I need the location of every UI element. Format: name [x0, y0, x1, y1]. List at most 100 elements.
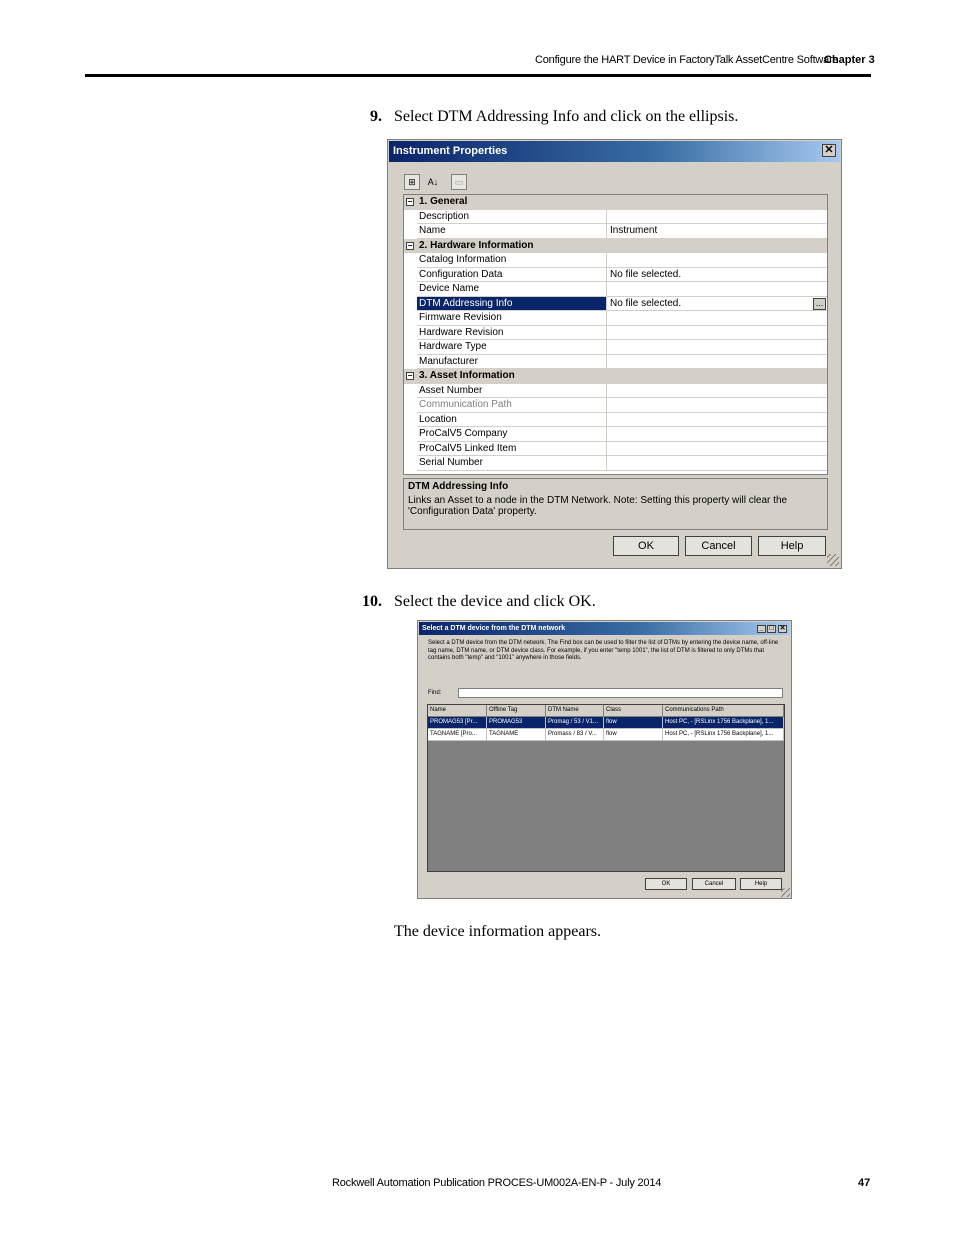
dialog-title: Select a DTM device from the DTM network [422, 625, 566, 632]
property-row[interactable]: Manufacturer [404, 354, 827, 369]
ok-button[interactable]: OK [613, 536, 679, 556]
property-value[interactable] [607, 384, 827, 398]
property-row[interactable]: Hardware Type [404, 340, 827, 355]
select-dtm-device-dialog: Select a DTM device from the DTM network… [417, 620, 792, 899]
property-value[interactable] [607, 398, 827, 413]
step-9-text: Select DTM Addressing Info and click on … [394, 108, 739, 125]
property-name: Manufacturer [417, 354, 607, 369]
category-label: 2. Hardware Information [419, 239, 534, 251]
list-cell: Promag / 53 / V1... [546, 717, 604, 729]
property-value[interactable]: No file selected. [607, 297, 827, 311]
dialog-title: Instrument Properties [393, 145, 508, 157]
property-row[interactable]: Device Name [404, 282, 827, 297]
column-header[interactable]: Class [604, 705, 663, 717]
list-header: Name Offline Tag DTM Name Class Communicatio… [428, 705, 784, 717]
property-row[interactable]: DTM Addressing Info No file selected.... [404, 296, 827, 311]
property-name: Hardware Revision [417, 325, 607, 340]
find-label: Find: [428, 690, 442, 696]
property-value[interactable]: Instrument [607, 224, 827, 239]
category-label: 3. Asset Information [419, 370, 515, 381]
property-name: Configuration Data [417, 267, 607, 282]
cancel-button[interactable]: Cancel [685, 536, 752, 556]
dialog-title-bar: Select a DTM device from the DTM network… [419, 622, 790, 635]
property-value[interactable] [607, 311, 827, 326]
list-cell: flow [604, 717, 663, 729]
property-category[interactable]: −3. Asset Information [404, 369, 827, 384]
property-value[interactable] [607, 355, 827, 369]
header-rule [85, 74, 871, 77]
dialog-title-bar: Instrument Properties ✕ [389, 141, 840, 162]
property-row[interactable]: ProCalV5 Linked Item [404, 441, 827, 456]
property-name: DTM Addressing Info [417, 296, 607, 311]
property-category[interactable]: −1. General [404, 195, 827, 210]
property-name: Name [417, 224, 607, 239]
list-cell: Host PC, - [RSLinx 1756 Backplane], 1... [663, 729, 784, 741]
property-value[interactable] [607, 340, 827, 355]
property-row[interactable]: Serial Number [404, 456, 827, 471]
list-item[interactable]: PROMAG53 [Pr... PROMAG53 Promag / 53 / V1.… [428, 717, 784, 729]
running-header-chapter: Chapter 3 [824, 54, 875, 66]
list-cell: Host PC, - [RSLinx 1756 Backplane], 1... [663, 717, 784, 729]
property-value[interactable] [607, 210, 827, 224]
property-row[interactable]: Name Instrument [404, 224, 827, 239]
close-icon[interactable]: ✕ [822, 144, 836, 157]
collapse-icon[interactable]: − [406, 198, 414, 206]
property-row[interactable]: ProCalV5 Company [404, 427, 827, 442]
running-header-title: Configure the HART Device in FactoryTalk… [535, 54, 839, 66]
minimize-icon[interactable]: _ [757, 625, 766, 633]
list-cell: flow [604, 729, 663, 741]
property-value[interactable] [607, 282, 827, 297]
find-input[interactable] [458, 688, 783, 698]
property-row[interactable]: Description [404, 209, 827, 224]
property-row[interactable]: Asset Number [404, 383, 827, 398]
property-pages-icon[interactable]: ▭ [451, 174, 467, 190]
property-name: ProCalV5 Company [417, 427, 607, 442]
maximize-icon[interactable]: □ [767, 625, 776, 633]
collapse-icon[interactable]: − [406, 372, 414, 380]
help-button[interactable]: Help [740, 878, 782, 890]
property-row[interactable]: Location [404, 412, 827, 427]
property-value[interactable] [607, 253, 827, 268]
property-value[interactable]: No file selected. [607, 268, 827, 282]
property-value[interactable] [607, 427, 827, 442]
property-row[interactable]: Communication Path [404, 398, 827, 413]
list-item[interactable]: TAGNAME [Pro... TAGNAME Promass / 83 / V..… [428, 729, 784, 741]
property-category[interactable]: −2. Hardware Information [404, 238, 827, 253]
collapse-icon[interactable]: − [406, 241, 414, 250]
property-row[interactable]: Configuration Data No file selected. [404, 267, 827, 282]
step-10-text: Select the device and click OK. [394, 593, 596, 610]
step-9-number: 9. [370, 108, 382, 125]
description-title: DTM Addressing Info [408, 481, 509, 492]
property-value[interactable] [607, 413, 827, 427]
property-name: Asset Number [417, 383, 607, 398]
column-header[interactable]: DTM Name [546, 705, 604, 717]
list-cell: PROMAG53 [Pr... [428, 717, 487, 729]
categorized-view-icon[interactable]: ⊞ [404, 174, 420, 190]
property-grid: −1. General Description Name Instrument −2. … [403, 194, 828, 475]
close-icon[interactable]: ✕ [778, 625, 787, 633]
property-name: Catalog Information [417, 253, 607, 268]
ellipsis-button[interactable]: ... [813, 297, 826, 310]
property-value[interactable] [607, 456, 827, 471]
property-name: Serial Number [417, 456, 607, 471]
cancel-button[interactable]: Cancel [692, 878, 736, 890]
step-10-number: 10. [362, 593, 382, 610]
property-name: Location [417, 412, 607, 427]
property-value[interactable] [607, 442, 827, 456]
property-value[interactable] [607, 326, 827, 340]
resize-grip-icon[interactable] [827, 554, 839, 566]
property-name: ProCalV5 Linked Item [417, 441, 607, 456]
column-header[interactable]: Communications Path [663, 705, 784, 717]
property-row[interactable]: Hardware Revision [404, 325, 827, 340]
property-row[interactable]: Firmware Revision [404, 311, 827, 326]
property-name: Description [417, 209, 607, 224]
help-button[interactable]: Help [758, 536, 826, 556]
alphabetical-sort-icon[interactable]: A↓ [425, 174, 441, 190]
column-header[interactable]: Name [428, 705, 487, 717]
column-header[interactable]: Offline Tag [487, 705, 546, 717]
ok-button[interactable]: OK [645, 878, 687, 890]
property-row[interactable]: Catalog Information [404, 253, 827, 268]
property-name: Device Name [417, 282, 607, 297]
resize-grip-icon[interactable] [781, 888, 790, 897]
result-text: The device information appears. [394, 923, 602, 940]
